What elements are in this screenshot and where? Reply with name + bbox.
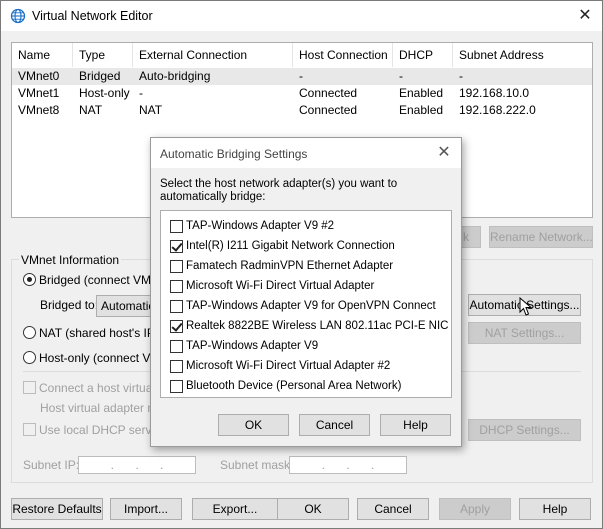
- adapter-label: Microsoft Wi-Fi Direct Virtual Adapter #…: [186, 360, 391, 372]
- title-bar: Virtual Network Editor ✕: [1, 1, 602, 31]
- col-header-external[interactable]: External Connection: [133, 43, 293, 67]
- subnet-mask-input[interactable]: . . .: [289, 456, 407, 474]
- window-title: Virtual Network Editor: [32, 9, 153, 23]
- adapter-label: Famatech RadminVPN Ethernet Adapter: [186, 260, 394, 272]
- cell-type: NAT: [79, 103, 103, 117]
- col-header-dhcp[interactable]: DHCP: [393, 43, 453, 67]
- cancel-button[interactable]: Cancel: [357, 498, 429, 520]
- list-item[interactable]: Microsoft Wi-Fi Direct Virtual Adapter #…: [161, 357, 451, 377]
- subnet-ip-label: Subnet IP:: [23, 458, 80, 472]
- bridged-to-value: Automatic: [101, 299, 155, 313]
- ok-button[interactable]: OK: [277, 498, 349, 520]
- adapter-checkbox[interactable]: [170, 340, 183, 353]
- host-only-radio[interactable]: [23, 351, 36, 364]
- col-header-host[interactable]: Host Connection: [293, 43, 393, 67]
- use-dhcp-label[interactable]: Use local DHCP service: [39, 423, 167, 437]
- cell-type: Host-only: [79, 86, 130, 100]
- close-icon[interactable]: ✕: [568, 1, 602, 31]
- adapter-label: Microsoft Wi-Fi Direct Virtual Adapter: [186, 280, 375, 292]
- export-button[interactable]: Export...: [192, 498, 278, 520]
- vmnet-info-label: VMnet Information: [19, 253, 122, 267]
- adapter-checkbox[interactable]: [170, 280, 183, 293]
- col-header-subnet[interactable]: Subnet Address: [453, 43, 592, 67]
- adapter-label: TAP-Windows Adapter V9 for OpenVPN Conne…: [186, 300, 436, 312]
- bridged-to-select[interactable]: Automatic: [96, 295, 156, 317]
- cell-dhcp: Enabled: [399, 86, 444, 100]
- adapter-checkbox[interactable]: [170, 300, 183, 313]
- dialog-cancel-button[interactable]: Cancel: [299, 414, 370, 436]
- dialog-ok-button[interactable]: OK: [218, 414, 289, 436]
- cell-subnet: 192.168.10.0: [459, 86, 530, 100]
- list-item[interactable]: Intel(R) I211 Gigabit Network Connection: [161, 237, 451, 257]
- nat-radio[interactable]: [23, 326, 36, 339]
- connect-host-adapter-checkbox[interactable]: [23, 381, 36, 394]
- host-only-label[interactable]: Host-only (connect VMs: [39, 351, 166, 365]
- apply-button[interactable]: Apply: [439, 498, 511, 520]
- list-item[interactable]: TAP-Windows Adapter V9 #2: [161, 217, 451, 237]
- connect-host-adapter-label[interactable]: Connect a host virtual a: [39, 381, 165, 395]
- adapter-checkbox[interactable]: [170, 320, 183, 333]
- cell-name: VMnet0: [18, 69, 60, 83]
- col-header-type[interactable]: Type: [73, 43, 133, 67]
- adapter-label: TAP-Windows Adapter V9: [186, 340, 319, 352]
- adapter-label: Bluetooth Device (Personal Area Network): [186, 380, 402, 392]
- close-icon[interactable]: ✕: [433, 142, 455, 164]
- nat-settings-button[interactable]: NAT Settings...: [468, 322, 581, 344]
- cell-external: Auto-bridging: [139, 69, 211, 83]
- cell-dhcp: -: [399, 69, 403, 83]
- cell-subnet: -: [459, 69, 463, 83]
- cell-type: Bridged: [79, 69, 121, 83]
- table-row[interactable]: VMnet8 NAT NAT Connected Enabled 192.168…: [12, 102, 592, 119]
- host-adapter-name-label: Host virtual adapter na: [40, 401, 161, 415]
- list-item[interactable]: Realtek 8822BE Wireless LAN 802.11ac PCI…: [161, 317, 451, 337]
- cell-host: Connected: [299, 103, 358, 117]
- list-item[interactable]: Microsoft Wi-Fi Direct Virtual Adapter: [161, 277, 451, 297]
- adapter-checkbox[interactable]: [170, 360, 183, 373]
- globe-icon: [10, 8, 26, 24]
- dialog-title: Automatic Bridging Settings: [160, 147, 308, 161]
- list-item[interactable]: TAP-Windows Adapter V9: [161, 337, 451, 357]
- cell-host: -: [299, 69, 303, 83]
- subnet-ip-input[interactable]: . . .: [78, 456, 196, 474]
- subnet-mask-label: Subnet mask:: [220, 458, 294, 472]
- list-item[interactable]: TAP-Windows Adapter V9 for OpenVPN Conne…: [161, 297, 451, 317]
- bridged-radio[interactable]: [23, 273, 36, 286]
- rename-network-button[interactable]: Rename Network...: [489, 226, 593, 248]
- cell-subnet: 192.168.222.0: [459, 103, 536, 117]
- col-header-name[interactable]: Name: [12, 43, 73, 67]
- cell-dhcp: Enabled: [399, 103, 444, 117]
- list-header: Name Type External Connection Host Conne…: [12, 43, 592, 67]
- adapter-checkbox[interactable]: [170, 260, 183, 273]
- restore-defaults-button[interactable]: Restore Defaults: [11, 498, 103, 520]
- table-row[interactable]: VMnet0 Bridged Auto-bridging - - -: [12, 68, 592, 85]
- adapter-label: Realtek 8822BE Wireless LAN 802.11ac PCI…: [186, 320, 449, 332]
- adapter-label: Intel(R) I211 Gigabit Network Connection: [186, 240, 395, 252]
- adapter-checkbox[interactable]: [170, 240, 183, 253]
- cell-name: VMnet8: [18, 103, 60, 117]
- bridged-to-label: Bridged to:: [40, 298, 99, 312]
- dialog-title-bar: Automatic Bridging Settings ✕: [151, 138, 461, 168]
- dialog-help-button[interactable]: Help: [380, 414, 451, 436]
- list-item[interactable]: Famatech RadminVPN Ethernet Adapter: [161, 257, 451, 277]
- cell-name: VMnet1: [18, 86, 60, 100]
- use-dhcp-checkbox[interactable]: [23, 423, 36, 436]
- table-row[interactable]: VMnet1 Host-only - Connected Enabled 192…: [12, 85, 592, 102]
- dialog-prompt: Select the host network adapter(s) you w…: [160, 178, 398, 203]
- automatic-bridging-dialog: Automatic Bridging Settings ✕ Select the…: [150, 137, 462, 447]
- help-button[interactable]: Help: [519, 498, 591, 520]
- list-item[interactable]: Bluetooth Device (Personal Area Network): [161, 377, 451, 397]
- cell-external: -: [139, 86, 143, 100]
- cell-host: Connected: [299, 86, 358, 100]
- adapter-checkbox[interactable]: [170, 380, 183, 393]
- adapter-list[interactable]: TAP-Windows Adapter V9 #2 Intel(R) I211 …: [160, 210, 452, 398]
- mouse-cursor-icon: [519, 297, 533, 316]
- adapter-label: TAP-Windows Adapter V9 #2: [186, 220, 335, 232]
- nat-label[interactable]: NAT (shared host's IP a: [39, 326, 165, 340]
- cell-external: NAT: [139, 103, 163, 117]
- dhcp-settings-button[interactable]: DHCP Settings...: [468, 419, 581, 441]
- adapter-checkbox[interactable]: [170, 220, 183, 233]
- import-button[interactable]: Import...: [110, 498, 182, 520]
